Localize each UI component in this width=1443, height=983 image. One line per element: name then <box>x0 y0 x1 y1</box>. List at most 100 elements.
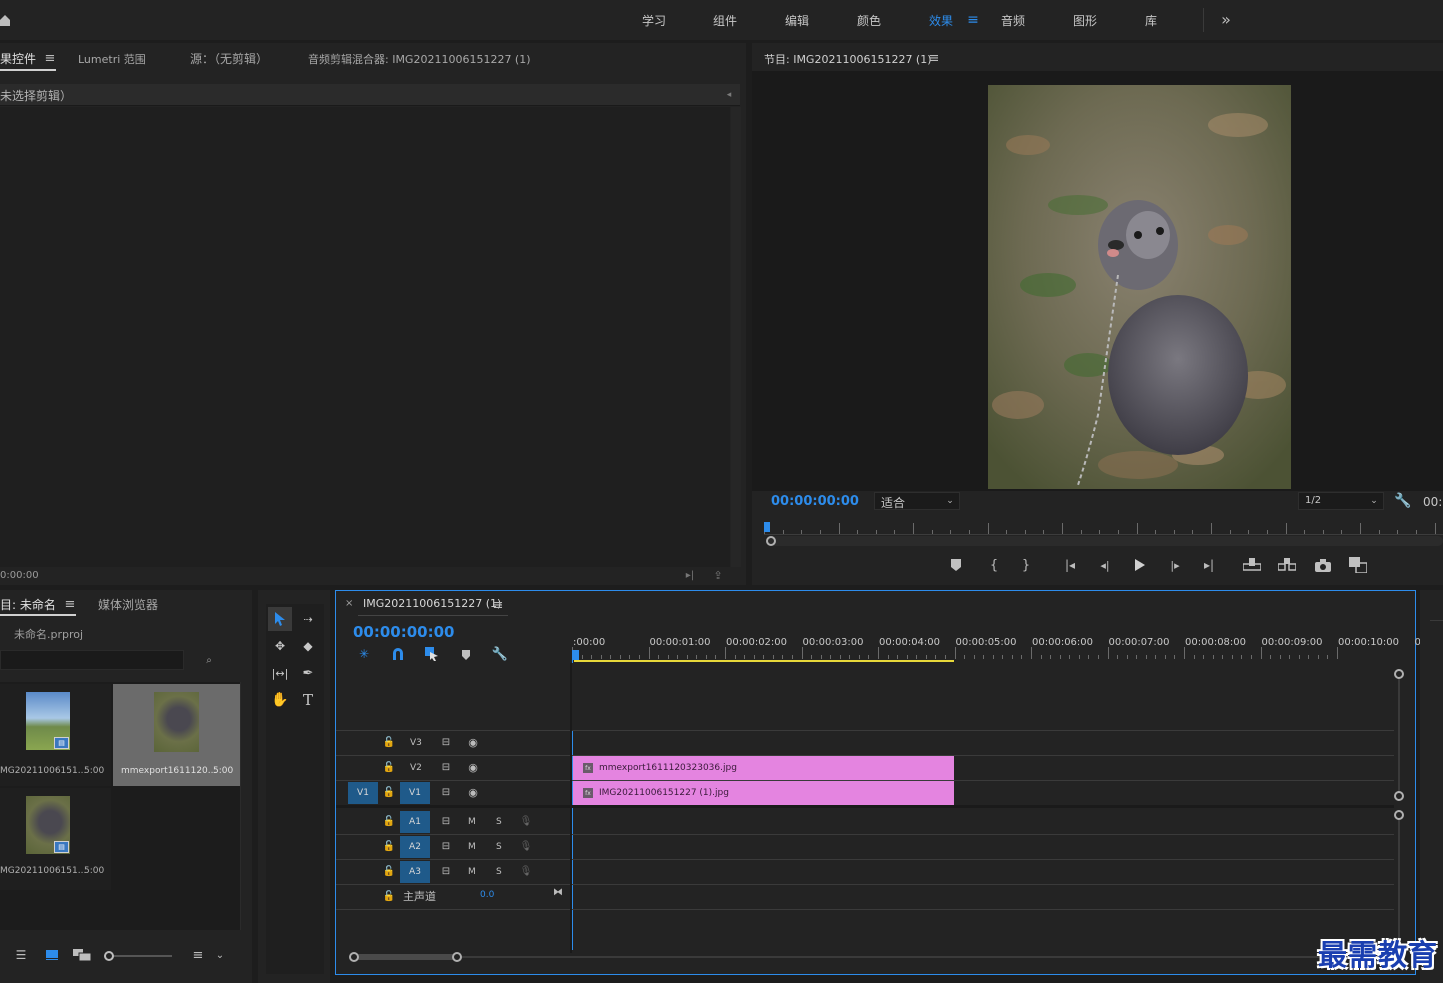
project-item[interactable]: ▤ MG20211006151... 5:00 <box>0 788 111 890</box>
close-tab-icon[interactable]: × <box>345 598 353 609</box>
workspace-tab-assembly[interactable]: 组件 <box>713 12 737 29</box>
workspace-tab-effects[interactable]: 效果 <box>929 12 953 29</box>
clip-v2[interactable]: fx mmexport1611120323036.jpg <box>573 756 954 780</box>
workspace-tab-editing[interactable]: 编辑 <box>785 12 809 29</box>
lift-icon[interactable] <box>1241 557 1263 573</box>
program-timecode[interactable]: 00:00:00:00 <box>771 494 859 509</box>
zoom-slider-handle[interactable] <box>104 951 114 961</box>
solo-button[interactable]: S <box>496 842 502 852</box>
timeline-timecode[interactable]: 00:00:00:00 <box>353 623 455 641</box>
eye-icon[interactable]: ◉ <box>466 785 480 799</box>
program-scrollbar[interactable] <box>766 536 1443 546</box>
program-mini-ruler[interactable] <box>764 519 1443 535</box>
new-bin-icon[interactable]: ⌕ <box>200 652 218 668</box>
linked-selection-icon[interactable] <box>423 646 441 662</box>
selection-tool-icon[interactable] <box>268 607 292 631</box>
export-frame-icon[interactable] <box>1313 557 1333 573</box>
scroll-handle-top[interactable] <box>1394 669 1404 679</box>
timeline-playhead-head[interactable] <box>572 650 579 660</box>
project-menu-icon[interactable]: ≡ <box>64 597 76 612</box>
go-to-end-icon[interactable]: ⧓ <box>550 885 566 899</box>
panel-menu-icon[interactable]: ≡ <box>44 51 56 66</box>
icon-view-icon[interactable] <box>44 947 60 963</box>
eye-icon[interactable]: ◉ <box>466 735 480 749</box>
razor-tool-icon[interactable]: ◆ <box>296 634 320 658</box>
project-item[interactable]: ▤ MG20211006151... 5:00 <box>0 684 111 786</box>
audio-vertical-scrollbar[interactable] <box>1394 810 1404 950</box>
scroll-handle-right[interactable] <box>452 952 462 962</box>
resolution-dropdown[interactable]: 1/2 ⌄ <box>1298 492 1384 510</box>
mute-button[interactable]: M <box>468 817 476 827</box>
scroll-handle-bottom[interactable] <box>1394 791 1404 801</box>
step-forward-icon[interactable]: |▸ <box>1166 557 1184 573</box>
snap-icon[interactable] <box>389 646 407 662</box>
master-volume-value[interactable]: 0.0 <box>480 890 494 900</box>
zoom-slider[interactable] <box>104 951 172 961</box>
collapse-icon[interactable]: ◂ <box>724 89 734 101</box>
scroll-handle-left[interactable] <box>349 952 359 962</box>
home-icon[interactable] <box>0 12 10 28</box>
go-to-out-icon[interactable]: ▸| <box>1199 557 1219 573</box>
microphone-icon[interactable]: 🎙 <box>520 839 533 853</box>
program-menu-icon[interactable]: ≡ <box>928 51 940 66</box>
extract-icon[interactable] <box>1276 557 1298 573</box>
add-marker-icon[interactable] <box>948 557 964 573</box>
track-target-a1[interactable]: A1 <box>400 811 430 833</box>
timeline-menu-icon[interactable]: ≡ <box>492 598 504 613</box>
tab-effect-controls[interactable]: 果控件 <box>0 50 36 67</box>
program-playhead[interactable] <box>764 522 770 532</box>
work-area-bar[interactable] <box>574 660 954 662</box>
project-item-selected[interactable]: mmexport1611120... 5:00 <box>113 684 240 786</box>
tab-media-browser[interactable]: 媒体浏览器 <box>98 596 158 613</box>
tab-project[interactable]: 目: 未命名 <box>0 596 56 613</box>
wrench-icon[interactable]: 🔧 <box>1394 492 1412 510</box>
mark-out-icon[interactable]: } <box>1018 557 1034 573</box>
workspace-tab-learn[interactable]: 学习 <box>642 12 666 29</box>
timeline-tab-title[interactable]: IMG20211006151227 (1) <box>363 597 501 610</box>
hand-tool-icon[interactable]: ✋ <box>268 688 292 712</box>
timeline-settings-wrench-icon[interactable]: 🔧 <box>491 646 509 662</box>
workspace-tab-libraries[interactable]: 库 <box>1145 12 1157 29</box>
workspace-tab-audio[interactable]: 音频 <box>1001 12 1025 29</box>
play-icon[interactable] <box>1131 557 1149 573</box>
sort-icon[interactable]: ≡ <box>190 947 206 963</box>
solo-button[interactable]: S <box>496 817 502 827</box>
lock-icon[interactable]: 🔓 <box>383 735 395 749</box>
lock-icon[interactable]: 🔓 <box>383 785 395 799</box>
comparison-view-icon[interactable] <box>1347 557 1369 573</box>
tab-lumetri-scopes[interactable]: Lumetri 范围 <box>78 51 146 67</box>
project-search-input[interactable] <box>0 650 184 670</box>
slip-tool-icon[interactable]: |↔| <box>268 661 292 685</box>
track-target-a3[interactable]: A3 <box>400 861 430 883</box>
scroll-handle-top[interactable] <box>1394 810 1404 820</box>
go-to-in-icon[interactable]: |◂ <box>1060 557 1080 573</box>
track-select-tool-icon[interactable]: ⇢ <box>296 607 320 631</box>
microphone-icon[interactable]: 🎙 <box>520 814 533 828</box>
clip-v1[interactable]: fx IMG20211006151227 (1).jpg <box>573 781 954 805</box>
lock-icon[interactable]: 🔓 <box>383 760 395 774</box>
pen-tool-icon[interactable]: ✒ <box>296 661 320 685</box>
timeline-horizontal-scrollbar[interactable] <box>349 951 1394 963</box>
lock-icon[interactable]: 🔓 <box>383 889 395 903</box>
effect-controls-timecode[interactable]: 0:00:00 <box>0 570 39 581</box>
tab-source[interactable]: 源：（无剪辑） <box>190 50 268 67</box>
type-tool-icon[interactable]: T <box>296 688 320 712</box>
workspace-tab-color[interactable]: 颜色 <box>857 12 881 29</box>
lock-icon[interactable]: 🔓 <box>383 814 395 828</box>
fit-dropdown[interactable]: 适合 ⌄ <box>874 492 960 510</box>
scroll-thumb[interactable] <box>353 954 457 960</box>
toggle-sync-lock-icon[interactable]: ⊟ <box>439 864 453 878</box>
ripple-edit-tool-icon[interactable]: ✥ <box>268 634 292 658</box>
mark-in-icon[interactable]: { <box>986 557 1002 573</box>
eye-icon[interactable]: ◉ <box>466 760 480 774</box>
workspace-tab-graphics[interactable]: 图形 <box>1073 12 1097 29</box>
chevron-down-icon[interactable]: ⌄ <box>214 947 226 963</box>
filter-icon[interactable]: ▸| <box>682 568 698 582</box>
lock-icon[interactable]: 🔓 <box>383 839 395 853</box>
video-vertical-scrollbar[interactable] <box>1394 669 1404 801</box>
track-target-a2[interactable]: A2 <box>400 836 430 858</box>
solo-button[interactable]: S <box>496 867 502 877</box>
list-view-icon[interactable]: ☰ <box>12 947 30 963</box>
track-target-v1[interactable]: V1 <box>400 782 430 804</box>
nest-icon[interactable]: ✳ <box>355 646 373 662</box>
